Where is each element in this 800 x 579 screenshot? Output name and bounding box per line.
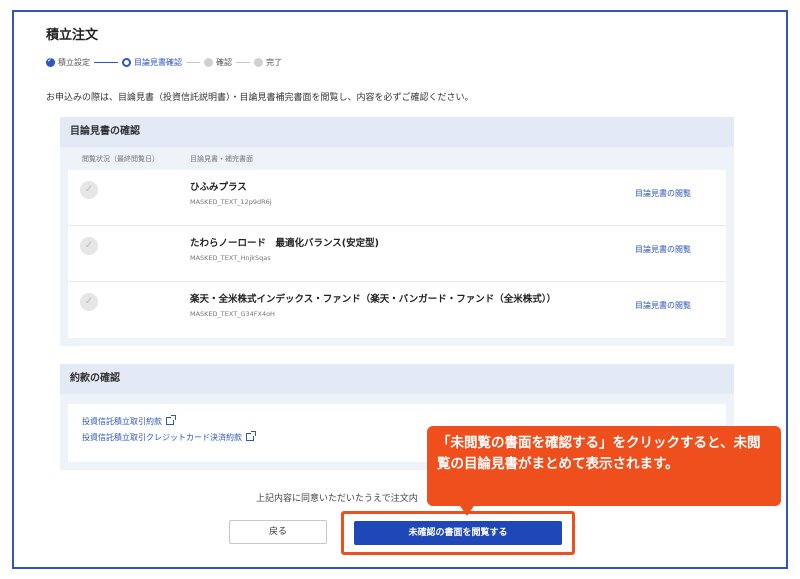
- check-icon: ✓: [80, 181, 98, 199]
- col-status-header: 閲覧状況（最終閲覧日）: [82, 155, 159, 163]
- step-label: 積立設定: [58, 58, 90, 67]
- step-connector: [236, 62, 250, 63]
- step-todo-icon: [204, 58, 213, 67]
- step-done-icon: [46, 56, 55, 67]
- table-row: ✓ 楽天・全米株式インデックス・ファンド（楽天・バンガード・ファンド（全米株式）…: [68, 282, 726, 338]
- fund-code: MASKED_TEXT_HnjkSqas: [190, 254, 271, 262]
- prospectus-section-title: 目論見書の確認: [60, 117, 734, 147]
- view-prospectus-link[interactable]: 目論見書の閲覧: [635, 300, 691, 311]
- fund-code: MASKED_TEXT_G34FX4oH: [190, 310, 275, 318]
- agreement-text: 上記内容に同意いただいたうえで注文内: [256, 494, 418, 504]
- step-current-icon: [122, 58, 131, 67]
- table-row: ✓ たわらノーロード 最適化バランス(安定型) MASKED_TEXT_Hnjk…: [68, 226, 726, 282]
- step-label: 目論見書確認: [134, 58, 182, 67]
- external-link-icon: [246, 431, 256, 441]
- terms-link-label: 投資信託積立取引クレジットカード決済約款: [82, 433, 242, 442]
- callout-pointer: [458, 503, 476, 516]
- table-row: ✓ ひふみプラス MASKED_TEXT_12p9dR6j 目論見書の閲覧: [68, 170, 726, 226]
- step-todo-icon: [254, 58, 263, 67]
- intro-text: お申込みの際は、目論見書（投資信託説明書）・目論見書補完書面を閲覧し、内容を必ず…: [46, 93, 474, 103]
- page-title: 積立注文: [46, 28, 99, 43]
- terms-link-label: 投資信託積立取引約款: [82, 417, 162, 426]
- fund-name: 楽天・全米株式インデックス・ファンド（楽天・バンガード・ファンド（全米株式））: [190, 294, 556, 305]
- fund-name: ひふみプラス: [190, 182, 247, 193]
- step-prospectus: 目論見書確認: [122, 57, 182, 68]
- step-label: 確認: [216, 58, 232, 67]
- back-button[interactable]: 戻る: [229, 520, 327, 544]
- step-confirm: 確認: [204, 57, 232, 68]
- step-label: 完了: [266, 58, 282, 67]
- prospectus-section: 目論見書の確認 閲覧状況（最終閲覧日） 目論見書・補完書面 ✓ ひふみプラス M…: [60, 117, 734, 346]
- fund-code: MASKED_TEXT_12p9dR6j: [190, 198, 272, 206]
- step-connector: [186, 62, 200, 63]
- prospectus-list: ✓ ひふみプラス MASKED_TEXT_12p9dR6j 目論見書の閲覧 ✓ …: [68, 170, 726, 338]
- prospectus-column-headers: 閲覧状況（最終閲覧日） 目論見書・補完書面: [60, 147, 734, 169]
- primary-button-highlight: 未確認の書面を閲覧する: [341, 511, 575, 555]
- terms-section-title: 約款の確認: [60, 364, 734, 394]
- view-prospectus-link[interactable]: 目論見書の閲覧: [635, 244, 691, 255]
- progress-stepper: 積立設定 目論見書確認 確認 完了: [46, 56, 282, 68]
- instruction-callout: 「未閲覧の書面を確認する」をクリックすると、未閲覧の目論見書がまとめて表示されま…: [427, 426, 781, 506]
- step-complete: 完了: [254, 57, 282, 68]
- step-setting: 積立設定: [46, 56, 90, 68]
- fund-name: たわらノーロード 最適化バランス(安定型): [190, 238, 379, 249]
- view-prospectus-link[interactable]: 目論見書の閲覧: [635, 188, 691, 199]
- external-link-icon: [166, 415, 176, 425]
- check-icon: ✓: [80, 237, 98, 255]
- col-doc-header: 目論見書・補完書面: [190, 155, 253, 163]
- check-icon: ✓: [80, 293, 98, 311]
- step-connector: [94, 62, 118, 63]
- view-unconfirmed-documents-button[interactable]: 未確認の書面を閲覧する: [354, 521, 562, 545]
